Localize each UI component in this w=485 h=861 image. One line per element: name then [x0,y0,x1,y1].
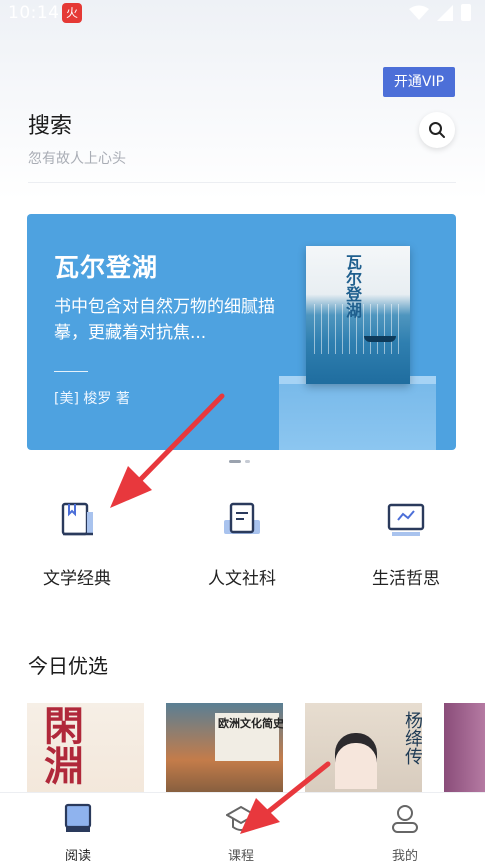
book-cover-text: 杨绛传 [402,711,422,765]
nav-reading[interactable]: 阅读 [38,803,118,861]
open-book-icon [224,502,260,534]
reading-icon [64,803,92,832]
book-cover-title: 瓦尔登湖 [343,254,362,318]
today-book-4[interactable] [444,703,485,798]
banner-author: [美] 梭罗 著 [54,391,130,407]
search-title[interactable]: 搜索 [28,108,72,140]
book-cover[interactable]: 瓦尔登湖 [306,246,410,384]
nav-label: 课程 [227,849,254,861]
nav-label: 我的 [391,849,418,861]
today-picks-title: 今日优选 [28,654,108,678]
banner-divider [54,371,88,372]
banner-description: 书中包含对自然万物的细腻描摹，更藏着对抗焦... [54,297,275,343]
book-pedestal [279,384,436,450]
category-label: 人文社科 [208,569,276,589]
search-placeholder[interactable]: 忽有故人上心头 [28,148,126,168]
search-button[interactable] [419,112,455,148]
featured-book-banner[interactable]: 瓦尔登湖 书中包含对自然万物的细腻描摹，更藏着对抗焦... [美] 梭罗 著 瓦… [27,214,456,450]
book-cover-text: 欧洲文化简史 [218,717,283,730]
search-icon [429,122,445,138]
category-label: 生活哲思 [372,569,440,589]
app-notification-icon: 火 [62,3,82,23]
wifi-icon [409,5,429,20]
battery-icon [461,4,471,21]
category-life-philosophy[interactable]: 生活哲思 [351,500,461,589]
search-divider [28,182,456,183]
banner-book-title: 瓦尔登湖 [54,253,159,282]
pager-dot-active [229,460,241,463]
signal-icon [437,4,453,21]
pager-dot [245,460,250,463]
today-book-3[interactable]: 杨绛传 [305,703,422,798]
user-icon [392,805,418,833]
nav-courses[interactable]: 课程 [201,803,281,861]
category-humanities[interactable]: 人文社科 [187,500,297,589]
today-book-2[interactable]: 欧洲文化简史 [166,703,283,798]
cover-portrait [335,733,377,789]
nav-label: 阅读 [64,849,91,861]
vip-button[interactable]: 开通VIP [383,67,455,97]
book-bookmark-icon [61,502,93,536]
cover-boat-art [364,336,396,342]
status-time: 10:14 [8,3,60,23]
nav-mine[interactable]: 我的 [365,803,445,861]
category-literature[interactable]: 文学经典 [22,500,132,589]
graduation-cap-icon [224,805,258,831]
category-label: 文学经典 [43,569,111,589]
bottom-nav: 阅读 课程 我的 [0,792,485,861]
book-cover-text: 閑淵 [37,705,84,785]
status-bar: 10:14 火 [0,0,485,30]
banner-pager [229,460,250,463]
monitor-trend-icon [387,503,425,536]
status-icons [409,4,471,21]
today-book-1[interactable]: 閑淵 [27,703,144,798]
